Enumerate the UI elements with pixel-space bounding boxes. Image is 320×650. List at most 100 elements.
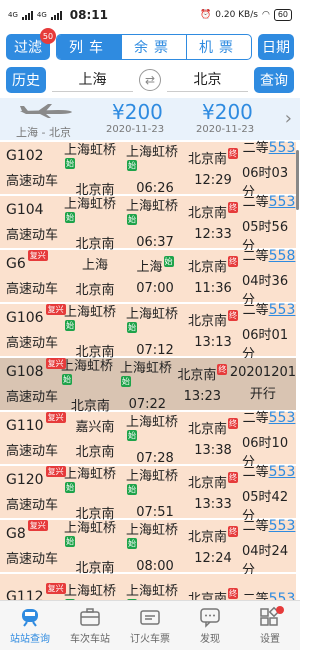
tab-settings[interactable]: 设置 (240, 601, 300, 650)
arrive-cell: 北京南终 13:33 (184, 466, 242, 518)
depart-station: 上海虹桥 (126, 414, 179, 430)
banner-route: 上海 - 北京 (16, 126, 71, 139)
depart-time: 06:26 (136, 180, 174, 196)
ticket-info: 二等558 04时36分 (242, 248, 296, 308)
boarding-station: 嘉兴南 (75, 420, 115, 435)
swap-icon[interactable]: ⇄ (139, 69, 161, 91)
from-station[interactable]: 上海 (52, 68, 133, 92)
depart-time: 07:28 (136, 450, 174, 466)
signal-icon-2 (50, 10, 62, 20)
ticket-info: 二等553 05时42分 (242, 464, 296, 524)
ticket-count[interactable]: 553 (269, 518, 296, 534)
restore-tag: 复兴 (45, 303, 66, 315)
price-1-date: 2020-11-23 (106, 124, 165, 135)
end-mark: 终 (228, 202, 238, 213)
train-icon (22, 609, 38, 627)
origin-cell: 上海虹桥始 北京南 (64, 142, 126, 198)
train-type: 高速动车 (6, 281, 59, 297)
train-type: 高速动车 (6, 389, 59, 405)
arrive-cell: 北京南终 13:23 (175, 358, 230, 410)
to-station[interactable]: 北京 (167, 68, 248, 92)
end-mark: 终 (228, 472, 238, 483)
start-mark: 始 (65, 211, 75, 223)
ticket-count[interactable]: 553 (269, 410, 296, 426)
train-row[interactable]: G108 复兴 高速动车 上海虹桥始 北京南 上海虹桥始 07:22 北京南终 13:23 202… (0, 357, 296, 414)
tab-remaining-tickets[interactable]: 余票 (121, 35, 186, 59)
route-bar: 历史 上海 ⇄ 北京 查询 (0, 64, 300, 96)
train-row[interactable]: G102 高速动车 上海虹桥始 北京南 上海虹桥始 06:26 北京南终 12:29 二等553… (0, 140, 296, 200)
ticket-count[interactable]: 558 (269, 248, 296, 264)
train-type: 高速动车 (6, 335, 59, 351)
origin-cell: 上海虹桥始 北京南 (64, 466, 126, 522)
ticket-info: 二等553 04时24分 (242, 518, 296, 578)
seat-class: 二等 (242, 194, 269, 210)
arrive-time: 13:38 (194, 443, 232, 458)
arrive-cell: 北京南终 13:38 (184, 412, 242, 464)
tab-label: 订火车票 (130, 634, 170, 645)
ticket-count[interactable]: 553 (269, 194, 296, 210)
tab-label: 发现 (200, 634, 220, 645)
date-button[interactable]: 日期 (258, 34, 294, 60)
arrive-cell: 北京南终 11:36 (184, 250, 242, 302)
start-mark: 始 (127, 483, 137, 495)
airplane-icon (20, 104, 72, 118)
tab-trains[interactable]: 列车 (57, 35, 121, 59)
query-button[interactable]: 查询 (254, 67, 294, 93)
arrive-time: 13:33 (194, 497, 232, 512)
arrive-station: 北京南 (187, 314, 227, 329)
alarm-icon: ⏰ (200, 10, 212, 20)
network-label-1: 4G (8, 11, 18, 19)
filter-button[interactable]: 过滤 50 (6, 28, 56, 60)
arrive-time: 13:13 (194, 335, 232, 350)
depart-time: 07:12 (136, 342, 174, 358)
train-type: 高速动车 (6, 497, 59, 513)
network-label-2: 4G (36, 11, 47, 19)
flight-price-banner[interactable]: 上海 - 北京 ¥200 2020-11-23 ¥200 2020-11-23 … (0, 98, 300, 140)
arrive-station: 北京南 (187, 206, 227, 221)
tab-flights[interactable]: 机票 (186, 35, 251, 59)
depart-time: 06:37 (136, 234, 174, 250)
tab-train-station[interactable]: 车次车站 (60, 601, 120, 650)
boarding-station: 上海虹桥 (64, 584, 117, 599)
train-code-cell: G6 复兴 高速动车 (0, 249, 64, 302)
train-row[interactable]: G6 复兴 高速动车 上海 北京南 上海始 07:00 北京南终 11:36 二等558 04时36… (0, 248, 296, 308)
train-row[interactable]: G120 复兴 高速动车 上海虹桥始 北京南 上海虹桥始 07:51 北京南终 13:33 二等5… (0, 464, 296, 524)
end-mark: 终 (228, 526, 238, 537)
wifi-icon: ◠ (261, 10, 270, 20)
start-mark: 始 (65, 535, 75, 547)
ticket-info: 二等553 05时56分 (242, 194, 296, 254)
depart-station: 上海虹桥 (126, 584, 179, 599)
origin-cell: 上海虹桥始 北京南 (64, 196, 126, 252)
train-row[interactable]: G8 复兴 高速动车 上海虹桥始 北京南 上海虹桥始 08:00 北京南终 12:24 二等553… (0, 518, 296, 578)
status-bar: 4G 4G 08:11 ⏰ 0.20 KB/s ◠ 60 (0, 0, 300, 30)
briefcase-icon (80, 608, 100, 626)
end-mark: 终 (228, 256, 238, 267)
scrollbar[interactable] (296, 150, 299, 210)
restore-tag: 复兴 (27, 249, 48, 261)
end-mark: 终 (228, 310, 238, 321)
arrive-time: 13:23 (183, 389, 222, 404)
depart-cell: 上海虹桥始 07:22 (120, 358, 175, 412)
history-button[interactable]: 历史 (6, 67, 46, 93)
top-toolbar: 过滤 50 列车 余票 机票 日期 (0, 28, 300, 64)
train-row[interactable]: G104 高速动车 上海虹桥始 北京南 上海虹桥始 06:37 北京南终 12:33 二等553… (0, 194, 296, 254)
boarding-station: 上海虹桥 (61, 358, 114, 374)
tab-station-query[interactable]: 站站查询 (0, 601, 60, 650)
depart-station: 上海 (136, 260, 163, 275)
ticket-count[interactable]: 553 (269, 302, 296, 318)
seat-class: 二等 (242, 464, 269, 480)
boarding-station: 上海虹桥 (64, 520, 117, 536)
tab-book-ticket[interactable]: 订火车票 (120, 601, 180, 650)
depart-station: 上海虹桥 (126, 522, 179, 538)
train-row[interactable]: G110 复兴 高速动车 嘉兴南 北京南 上海虹桥始 07:28 北京南终 13:38 二等553… (0, 410, 296, 470)
depart-cell: 上海虹桥始 08:00 (126, 520, 184, 574)
start-mark: 始 (65, 157, 75, 169)
origin-cell: 上海 北京南 (64, 250, 126, 302)
ticket-count[interactable]: 553 (269, 464, 296, 480)
train-row[interactable]: G106 复兴 高速动车 上海虹桥始 北京南 上海虹桥始 07:12 北京南终 13:13 二等5… (0, 302, 296, 362)
tab-discover[interactable]: 发现 (180, 601, 240, 650)
restore-tag: 复兴 (27, 519, 48, 531)
network-speed: 0.20 KB/s (215, 10, 258, 20)
ticket-count[interactable]: 553 (269, 140, 296, 156)
arrive-station: 北京南 (187, 152, 227, 167)
